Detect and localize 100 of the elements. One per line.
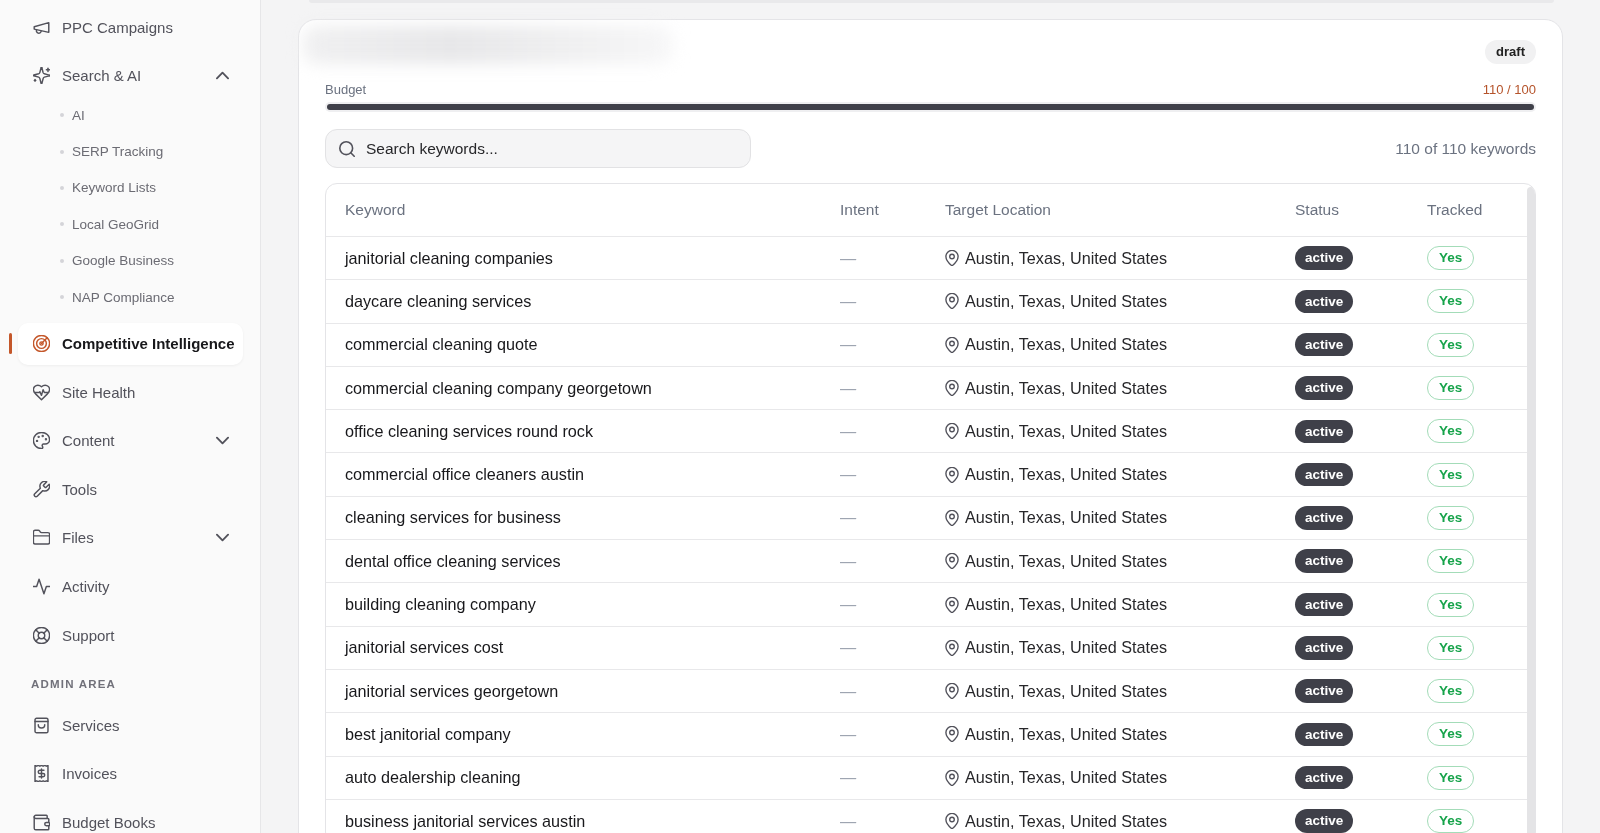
active-indicator [9,333,12,354]
status-badge: active [1295,289,1354,314]
location-text: Austin, Texas, United States [965,421,1168,441]
wrench-icon [33,480,50,498]
status-badge: active [1295,333,1354,357]
keyword-cell: dental office cleaning services [345,551,561,571]
sidebar-item[interactable]: Files [18,516,243,559]
palette-icon [33,432,50,450]
tracked-badge: Yes [1427,549,1475,574]
sidebar-subitem[interactable]: SERP Tracking [60,133,240,170]
map-pin-icon [945,683,959,700]
sidebar-subitem[interactable]: Keyword Lists [60,169,240,207]
search-field[interactable]: Search keywords... [325,129,751,168]
sidebar-subitem[interactable]: AI [60,97,240,134]
dot-icon [60,149,64,154]
column-header: Intent [840,201,879,218]
location-text: Austin, Texas, United States [965,681,1168,701]
keyword-cell: daycare cleaning services [345,291,532,311]
status-badge: active [1295,765,1354,790]
sidebar-item[interactable]: Services [18,704,243,747]
wallet-icon [33,813,50,831]
sidebar-item[interactable]: Site Health [18,371,243,414]
status-badge: active [1295,246,1354,270]
tracked-badge: Yes [1427,635,1475,660]
sidebar-item[interactable]: Support [18,614,243,657]
tracked-badge: Yes [1427,592,1475,617]
location-text: Austin, Texas, United States [965,508,1168,528]
keyword-count: 110 of 110 keywords [1395,139,1536,158]
intent-cell: — [840,335,857,355]
sidebar-subitem[interactable]: NAP Compliance [60,278,240,316]
keyword-cell: janitorial services cost [345,638,504,658]
sidebar-item[interactable]: Tools [18,468,243,511]
sidebar-item[interactable]: Search & AI [18,55,243,97]
tracked-badge: Yes [1427,289,1475,314]
sidebar-item[interactable]: Budget Books [18,801,243,833]
tracked-badge: Yes [1427,679,1475,704]
location-text: Austin, Texas, United States [965,638,1168,658]
life-buoy-icon [33,626,50,644]
tracked-badge: Yes [1427,505,1475,530]
status-badge: active [1295,722,1354,747]
intent-cell: — [840,248,857,268]
dollar-receipt-icon [33,765,50,783]
keyword-cell: best janitorial company [345,724,511,744]
shopping-bag-icon [33,716,50,734]
map-pin-icon [945,726,959,743]
sidebar-item[interactable]: Competitive Intelligence [18,322,243,365]
intent-cell: — [840,638,857,658]
keyword-cell: commercial cleaning quote [345,335,538,355]
status-badge: active [1295,419,1354,444]
location-text: Austin, Texas, United States [965,291,1168,311]
keyword-cell: cleaning services for business [345,508,561,528]
tracked-badge: Yes [1427,722,1475,747]
location-text: Austin, Texas, United States [965,335,1168,355]
status-badge: active [1295,462,1354,487]
location-text: Austin, Texas, United States [965,724,1168,744]
intent-cell: — [840,378,857,398]
tracked-badge: Yes [1427,246,1475,271]
tracked-badge: Yes [1427,809,1475,833]
location-text: Austin, Texas, United States [965,811,1168,831]
scrollbar[interactable] [1527,187,1535,833]
intent-cell: — [840,811,857,831]
dot-icon [60,185,64,190]
folder-icon [33,529,50,547]
search-icon [339,140,355,157]
sparkles-icon [33,67,50,85]
pulse-line-icon [33,578,50,595]
sidebar-item[interactable]: Content [18,419,243,462]
map-pin-icon [945,250,959,267]
sidebar-item[interactable]: Invoices [18,752,243,795]
map-pin-icon [945,596,959,613]
location-text: Austin, Texas, United States [965,465,1168,485]
keyword-cell: janitorial cleaning companies [345,248,553,268]
map-pin-icon [945,509,959,526]
keyword-cell: office cleaning services round rock [345,421,594,441]
status-badge: active [1295,376,1354,400]
status-badge: active [1295,679,1354,703]
budget-label: Budget [325,81,367,99]
sidebar-subitem[interactable]: Local GeoGrid [60,206,240,243]
intent-cell: — [840,421,857,441]
keyword-cell: janitorial services georgetown [345,681,559,701]
intent-cell: — [840,681,857,701]
status-badge: active [1295,506,1354,530]
tracked-badge: Yes [1427,462,1475,487]
status-badge: active [1295,809,1354,833]
intent-cell: — [840,768,857,788]
tracked-badge: Yes [1427,332,1475,357]
status-badge: active [1295,549,1354,573]
status-badge: draft [1485,40,1536,64]
sidebar-item[interactable]: PPC Campaigns [18,6,243,49]
column-header: Tracked [1427,201,1483,218]
column-header: Keyword [345,201,406,218]
map-pin-icon [945,380,959,397]
sidebar-subitem[interactable]: Google Business [60,242,240,279]
location-text: Austin, Texas, United States [965,551,1168,571]
tracked-badge: Yes [1427,765,1475,790]
map-pin-icon [945,293,959,310]
map-pin-icon [945,336,959,353]
sidebar-item[interactable]: Activity [18,565,243,608]
location-text: Austin, Texas, United States [965,595,1168,614]
keyword-cell: auto dealership cleaning [345,768,521,788]
